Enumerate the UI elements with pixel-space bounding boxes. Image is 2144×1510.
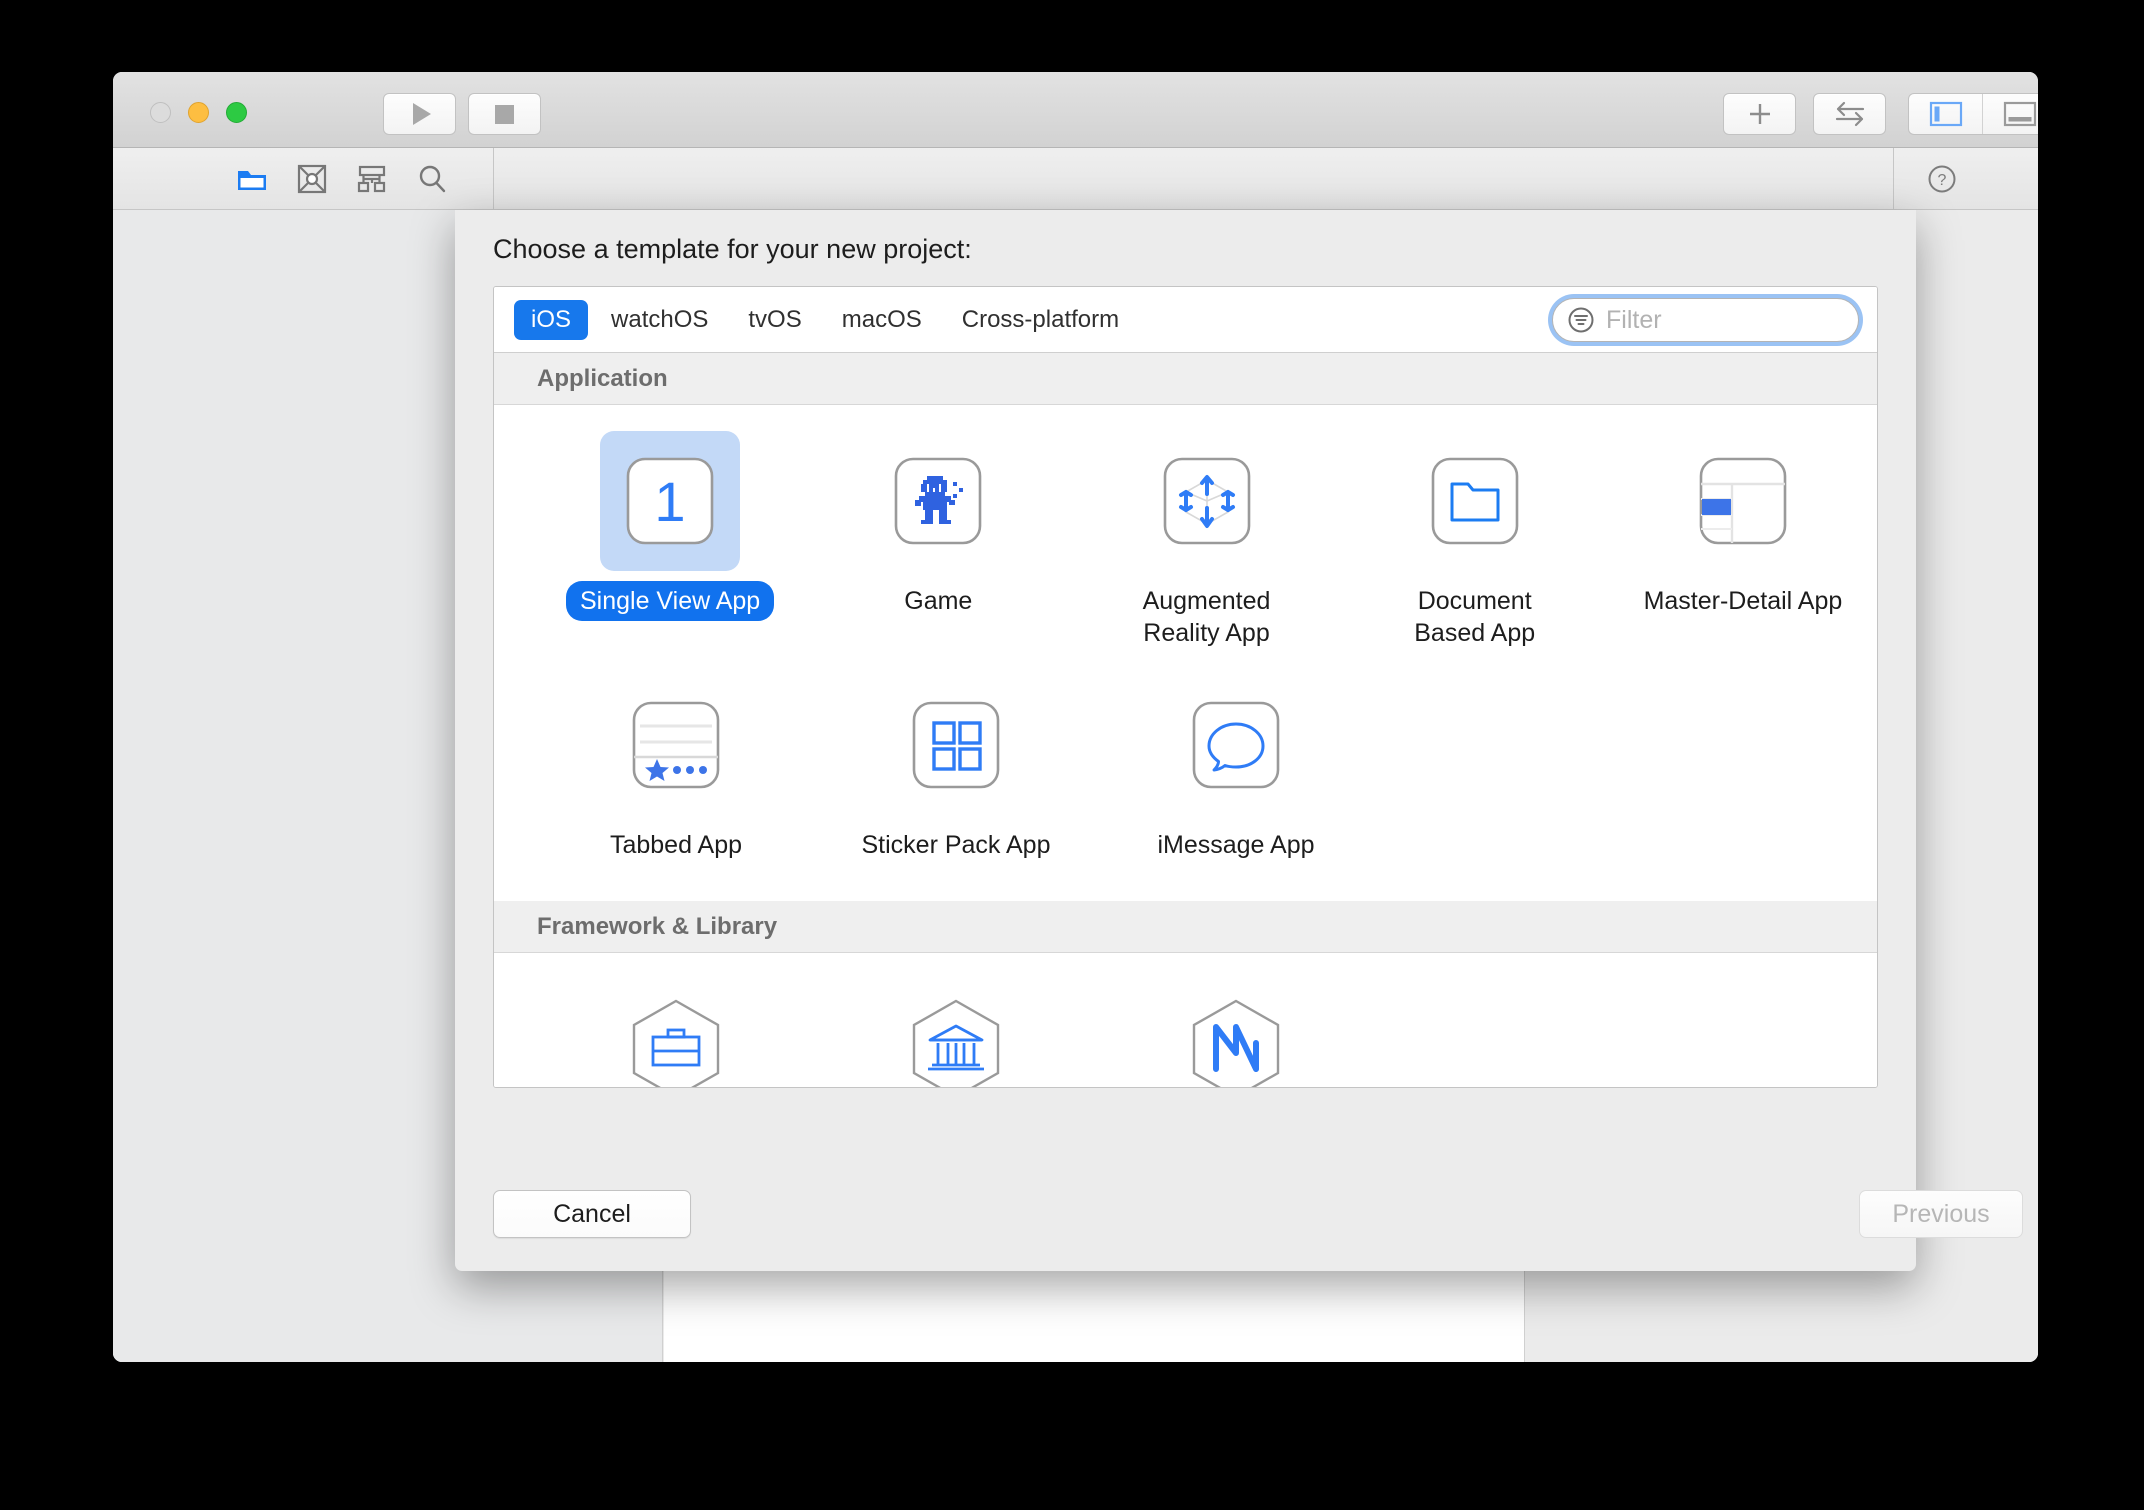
filter-icon [1568,307,1594,333]
imessage-bubble-icon [1192,701,1280,789]
stop-button[interactable] [468,93,541,135]
filter-input[interactable]: Filter [1552,298,1859,342]
imessage-icon-slot [1166,675,1306,815]
navigator-divider [493,148,494,210]
template-sticker-pack-app[interactable]: Sticker Pack App [816,675,1096,865]
zoom-button[interactable] [226,102,247,123]
bottom-panel-icon [2003,101,2036,127]
platform-tab-macos[interactable]: macOS [825,300,939,340]
source-control-icon [297,164,327,194]
platform-tab-bar: iOS watchOS tvOS macOS Cross-platform Fi… [494,287,1877,353]
svg-text:1: 1 [655,470,686,533]
document-folder-icon [1431,457,1519,545]
folder-icon [238,171,266,190]
template-label: Master-Detail App [1643,587,1843,615]
template-static-library[interactable]: Static Library [816,979,1096,1087]
swap-editors-button[interactable] [1813,93,1886,135]
section-header-framework-library: Framework & Library [494,901,1877,953]
platform-tab-watchos[interactable]: watchOS [594,300,725,340]
platform-tab-cross-platform[interactable]: Cross-platform [945,300,1136,340]
tabbed-app-icon-slot [606,675,746,815]
template-label: Sticker Pack App [861,831,1051,859]
section-header-application: Application [494,353,1877,405]
section-body-application: 1 Single View App Game Augmented Reality… [494,405,1877,901]
window-titlebar [113,72,2038,211]
static-library-bank-icon [912,999,1000,1087]
sticker-pack-grid-icon [912,701,1000,789]
augmented-reality-icon-slot [1137,431,1277,571]
static-library-icon-slot [886,979,1026,1087]
template-document-based-app[interactable]: Document Based App [1341,431,1609,653]
filter-placeholder: Filter [1606,305,1662,334]
framework-briefcase-icon [632,999,720,1087]
augmented-reality-cube-icon [1163,457,1250,545]
sheet-title: Choose a template for your new project: [493,234,972,264]
game-robot-icon [894,457,982,545]
template-framework[interactable]: Framework [536,979,816,1087]
swap-arrows-icon [1835,101,1864,127]
template-augmented-reality-app[interactable]: Augmented Reality App [1072,431,1340,653]
svg-text:?: ? [1938,172,1947,189]
toggle-navigator-button[interactable] [1909,94,1983,134]
single-view-icon-slot: 1 [600,431,741,571]
sticker-pack-icon-slot [886,675,1026,815]
template-tabbed-app[interactable]: Tabbed App [536,675,816,865]
panel-toggle-group[interactable] [1908,93,2038,135]
template-row: Framework Static Library [494,979,1877,1087]
cancel-button[interactable]: Cancel [493,1190,691,1238]
game-icon-slot [868,431,1008,571]
template-label: Document Based App [1414,587,1536,647]
template-row: Tabbed App Sticker Pack App iMessage App [494,675,1877,865]
project-navigator-tab[interactable] [235,162,269,196]
platform-tab-ios[interactable]: iOS [514,299,589,340]
run-button[interactable] [383,93,456,135]
previous-button: Previous [1859,1190,2023,1238]
inspector-divider [1893,148,1894,210]
minimize-button[interactable] [188,102,209,123]
template-master-detail-app[interactable]: Master-Detail App [1609,431,1877,653]
left-panel-icon [1929,101,1962,127]
section-body-framework-library: Framework Static Library [494,953,1877,1087]
play-icon [412,103,431,125]
template-metal-library[interactable]: Metal Library [1096,979,1376,1087]
template-label: Tabbed App [609,831,743,859]
template-label: Augmented Reality App [1142,587,1271,647]
master-detail-icon-slot [1673,431,1813,571]
master-detail-split-icon [1699,457,1787,545]
close-button[interactable] [150,102,171,123]
template-label: iMessage App [1157,831,1315,859]
template-chooser-box: iOS watchOS tvOS macOS Cross-platform Fi… [493,286,1878,1088]
platform-tab-tvos[interactable]: tvOS [731,300,818,340]
xcode-window: ? ction Choose a template for your new p… [113,72,2038,1362]
plus-icon [1749,104,1770,124]
document-based-icon-slot [1405,431,1545,571]
toggle-debug-area-button[interactable] [1983,94,2038,134]
navigator-selector-bar: ? [113,148,2038,210]
template-label: Single View App [565,581,775,621]
template-row: 1 Single View App Game Augmented Reality… [494,431,1877,653]
template-label: Game [904,587,973,615]
stop-icon [495,104,514,124]
find-navigator-tab[interactable] [415,162,449,196]
question-mark-icon: ? [1928,165,1956,193]
new-project-template-sheet: Choose a template for your new project: … [455,210,2023,1271]
template-game[interactable]: Game [804,431,1072,653]
symbol-navigator-tab[interactable] [355,162,389,196]
metal-library-m-icon [1192,999,1280,1087]
help-button[interactable]: ? [1925,162,1959,196]
hierarchy-icon [357,165,386,193]
add-button[interactable] [1723,93,1796,135]
framework-icon-slot [606,979,746,1087]
tabbed-app-icon [632,701,720,789]
source-control-navigator-tab[interactable] [295,162,329,196]
single-view-icon: 1 [626,457,714,545]
template-single-view-app[interactable]: 1 Single View App [536,431,804,653]
template-imessage-app[interactable]: iMessage App [1096,675,1376,865]
metal-library-icon-slot [1166,979,1306,1087]
search-icon [419,165,446,193]
